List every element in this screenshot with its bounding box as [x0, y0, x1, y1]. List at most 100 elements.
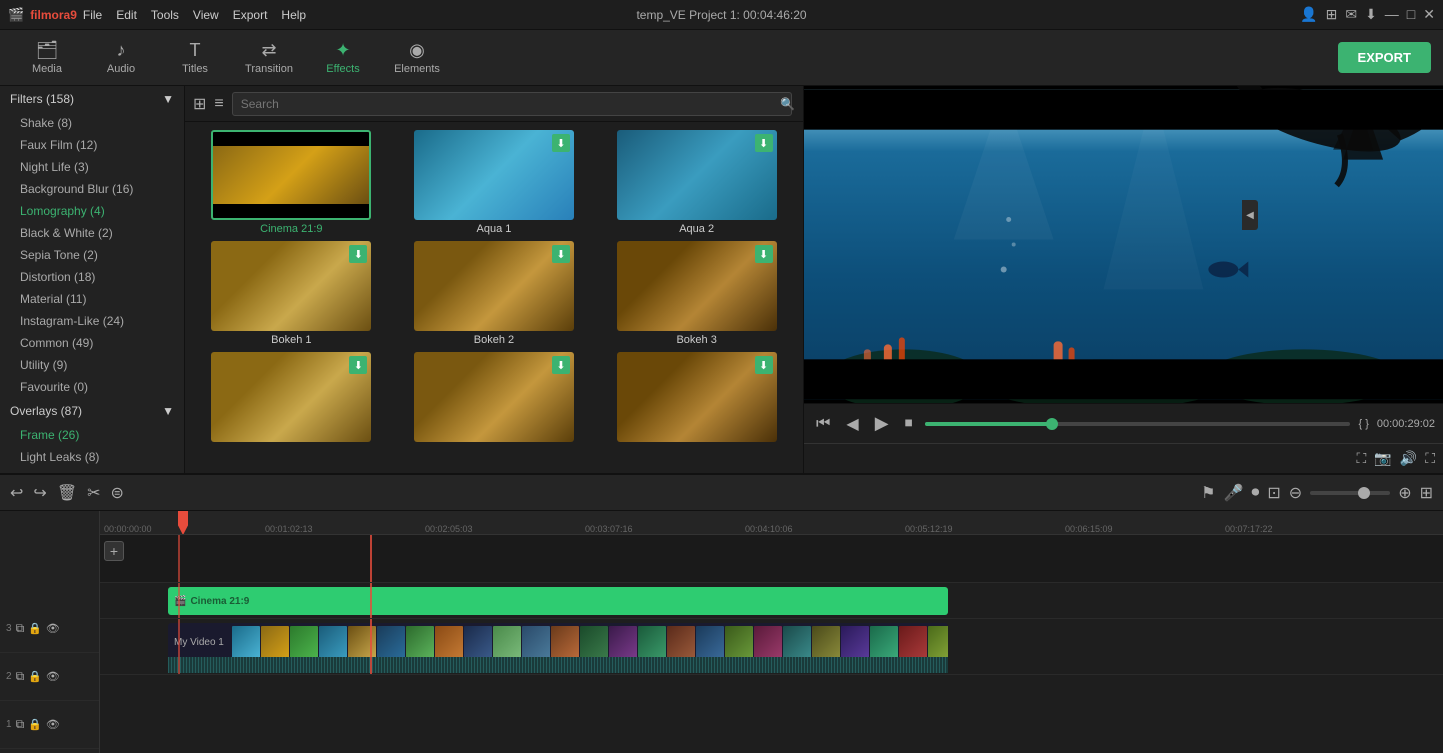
- sidebar-item-night-life[interactable]: Night Life (3): [0, 156, 184, 178]
- effect-thumb-aqua2[interactable]: ⬇: [617, 130, 777, 220]
- download-icon-r2[interactable]: ⬇: [552, 356, 570, 374]
- track-3-eye-icon[interactable]: 👁: [46, 622, 60, 635]
- menu-help[interactable]: Help: [281, 8, 306, 22]
- transition-button[interactable]: ⇄ Transition: [234, 33, 304, 83]
- plus-zoom-icon[interactable]: ⊕: [1398, 483, 1411, 503]
- maximize-button[interactable]: □: [1407, 6, 1415, 23]
- add-track-button[interactable]: +: [104, 541, 124, 561]
- step-back-button[interactable]: ◀: [842, 410, 862, 438]
- grid-icon[interactable]: ⊞: [1326, 6, 1338, 23]
- menu-view[interactable]: View: [193, 8, 219, 22]
- download-icon[interactable]: ⬇: [1365, 6, 1377, 23]
- menu-edit[interactable]: Edit: [116, 8, 137, 22]
- sidebar-item-distortion[interactable]: Distortion (18): [0, 266, 184, 288]
- effect-aqua-2[interactable]: ⬇ Aqua 2: [598, 130, 795, 235]
- effect-bokeh-1[interactable]: ⬇ Bokeh 1: [193, 241, 390, 346]
- delete-button[interactable]: 🗑: [57, 483, 77, 503]
- download-icon-r1[interactable]: ⬇: [349, 356, 367, 374]
- effect-thumb-aqua1[interactable]: ⬇: [414, 130, 574, 220]
- filters-section-header[interactable]: Filters (158) ▼: [0, 86, 184, 112]
- minus-zoom-icon[interactable]: ⊖: [1289, 483, 1302, 503]
- media-button[interactable]: 🗂 Media: [12, 33, 82, 83]
- list-view-icon[interactable]: ≡: [214, 95, 223, 113]
- effect-bokeh-2[interactable]: ⬇ Bokeh 2: [396, 241, 593, 346]
- download-icon-aqua2[interactable]: ⬇: [755, 134, 773, 152]
- sidebar-item-favourite[interactable]: Favourite (0): [0, 376, 184, 398]
- effect-thumb-r3[interactable]: ⬇: [617, 352, 777, 442]
- zoom-slider[interactable]: [1310, 491, 1390, 495]
- play-button[interactable]: ▶: [871, 409, 893, 438]
- track-2-eye-icon[interactable]: 👁: [46, 670, 60, 683]
- effects-button[interactable]: ✦ Effects: [308, 33, 378, 83]
- screen-resize-icon[interactable]: ⛶: [1357, 450, 1367, 467]
- mic-icon[interactable]: 🎤: [1223, 483, 1243, 503]
- track-3-lock-icon[interactable]: 🔒: [28, 622, 42, 635]
- sidebar-item-bokeh-blurs[interactable]: Bokeh Blurs (10): [0, 468, 184, 473]
- effect-aqua-1[interactable]: ⬇ Aqua 1: [396, 130, 593, 235]
- user-icon[interactable]: 👤: [1300, 6, 1317, 23]
- cut-button[interactable]: ✂: [87, 483, 100, 503]
- menu-export[interactable]: Export: [233, 8, 268, 22]
- titles-button[interactable]: T Titles: [160, 33, 230, 83]
- effect-row3-2[interactable]: ⬇: [396, 352, 593, 445]
- sidebar-item-sepia-tone[interactable]: Sepia Tone (2): [0, 244, 184, 266]
- sidebar-item-light-leaks[interactable]: Light Leaks (8): [0, 446, 184, 468]
- timeline-flag-icon[interactable]: ⚑: [1201, 483, 1215, 503]
- download-icon-r3[interactable]: ⬇: [755, 356, 773, 374]
- grid-view-icon[interactable]: ⊞: [193, 94, 206, 114]
- effect-bokeh-3[interactable]: ⬇ Bokeh 3: [598, 241, 795, 346]
- speed-icon[interactable]: ⊡: [1267, 483, 1280, 503]
- effect-thumb-r2[interactable]: ⬇: [414, 352, 574, 442]
- effect-thumb-cinema[interactable]: [211, 130, 371, 220]
- snapshot-icon[interactable]: 📷: [1374, 450, 1391, 467]
- add-media-icon[interactable]: ⊞: [1420, 483, 1433, 503]
- effect-row3-3[interactable]: ⬇: [598, 352, 795, 445]
- zoom-thumb[interactable]: [1358, 487, 1370, 499]
- redo-button[interactable]: ↪: [33, 483, 46, 503]
- sidebar-item-common[interactable]: Common (49): [0, 332, 184, 354]
- effect-thumb-bokeh3[interactable]: ⬇: [617, 241, 777, 331]
- stop-button[interactable]: ⏹: [901, 411, 917, 437]
- overlays-section-header[interactable]: Overlays (87) ▼: [0, 398, 184, 424]
- progress-thumb[interactable]: [1046, 418, 1058, 430]
- sidebar-item-faux-film[interactable]: Faux Film (12): [0, 134, 184, 156]
- track-1-eye-icon[interactable]: 👁: [46, 718, 60, 731]
- menu-tools[interactable]: Tools: [151, 8, 179, 22]
- audio-button[interactable]: ♪ Audio: [86, 33, 156, 83]
- download-icon-bokeh3[interactable]: ⬇: [755, 245, 773, 263]
- menu-file[interactable]: File: [83, 8, 102, 22]
- elements-button[interactable]: ◉ Elements: [382, 33, 452, 83]
- effect-cinema-21-9[interactable]: Cinema 21:9: [193, 130, 390, 235]
- effect-row3-1[interactable]: ⬇: [193, 352, 390, 445]
- fullscreen-icon[interactable]: ⛶: [1425, 450, 1435, 467]
- record-icon[interactable]: ⏺: [1251, 484, 1259, 502]
- effect-thumb-bokeh1[interactable]: ⬇: [211, 241, 371, 331]
- undo-button[interactable]: ↩: [10, 483, 23, 503]
- download-icon-aqua1[interactable]: ⬇: [552, 134, 570, 152]
- sidebar-item-instagram[interactable]: Instagram-Like (24): [0, 310, 184, 332]
- clip-video-1[interactable]: My Video 1: [168, 623, 948, 661]
- sidebar-item-frame[interactable]: Frame (26): [0, 424, 184, 446]
- skip-back-button[interactable]: ⏮: [812, 411, 834, 437]
- sidebar-item-background-blur[interactable]: Background Blur (16): [0, 178, 184, 200]
- sidebar-item-utility[interactable]: Utility (9): [0, 354, 184, 376]
- sidebar-item-lomography[interactable]: Lomography (4): [0, 200, 184, 222]
- sidebar-item-material[interactable]: Material (11): [0, 288, 184, 310]
- mail-icon[interactable]: ✉: [1345, 6, 1357, 23]
- export-button[interactable]: EXPORT: [1338, 42, 1431, 73]
- volume-icon[interactable]: 🔊: [1400, 450, 1417, 467]
- effect-thumb-r1[interactable]: ⬇: [211, 352, 371, 442]
- search-input[interactable]: [232, 92, 792, 116]
- download-icon-bokeh2[interactable]: ⬇: [552, 245, 570, 263]
- effect-thumb-bokeh2[interactable]: ⬇: [414, 241, 574, 331]
- timeline-ruler[interactable]: 00:00:00:00 00:01:02:13 00:02:05:03 00:0…: [100, 511, 1443, 535]
- progress-bar[interactable]: [925, 422, 1351, 426]
- close-button[interactable]: ✕: [1423, 6, 1435, 23]
- download-icon-bokeh1[interactable]: ⬇: [349, 245, 367, 263]
- adjust-button[interactable]: ⊜: [111, 483, 124, 503]
- clip-cinema-21-9[interactable]: 🎬 Cinema 21:9: [168, 587, 948, 615]
- minimize-button[interactable]: —: [1385, 6, 1399, 23]
- sidebar-item-shake[interactable]: Shake (8): [0, 112, 184, 134]
- track-2-lock-icon[interactable]: 🔒: [28, 670, 42, 683]
- sidebar-item-black-white[interactable]: Black & White (2): [0, 222, 184, 244]
